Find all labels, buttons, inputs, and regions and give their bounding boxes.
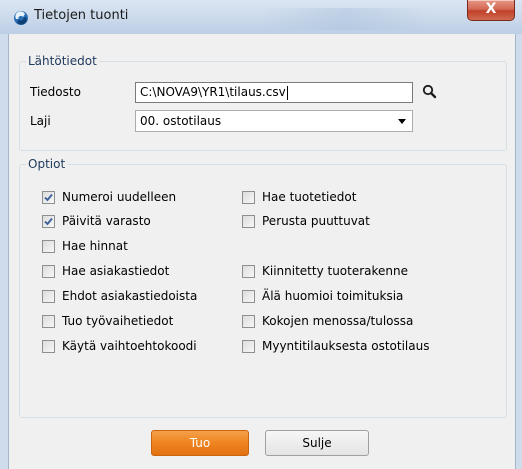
type-label: Laji [30,114,51,128]
option-checkbox-row[interactable]: Tuo työvaihetiedot [42,313,173,329]
option-checkbox-row[interactable]: Numeroi uudelleen [42,189,176,205]
type-selected-value: 00. ostotilaus [140,114,222,128]
file-path-input[interactable]: C:\NOVA9\YR1\tilaus.csv [135,82,413,103]
option-label: Käytä vaihtoehtokoodi [62,339,197,353]
option-checkbox-row[interactable]: Perusta puuttuvat [242,213,370,229]
title-bar[interactable]: Tietojen tuonti X [0,0,522,34]
checkbox-checked[interactable] [42,214,55,228]
checkmark-icon [44,193,53,201]
option-checkbox-row[interactable]: Ehdot asiakastiedoista [42,288,197,304]
checkbox-unchecked[interactable] [242,190,255,204]
checkbox-unchecked[interactable] [42,239,55,253]
option-checkbox-row[interactable]: Päivitä varasto [42,213,151,229]
close-dialog-button[interactable]: Sulje [265,430,369,456]
file-path-value: C:\NOVA9\YR1\tilaus.csv [140,85,286,99]
checkbox-unchecked[interactable] [242,264,255,278]
source-group: Lähtötiedot Tiedosto C:\NOVA9\YR1\tilaus… [19,54,507,151]
option-checkbox-row[interactable]: Kokojen menossa/tulossa [242,313,413,329]
title-bar-reflection [260,8,430,30]
option-label: Kiinnitetty tuoterakenne [262,264,409,278]
options-group: Optiot Numeroi uudelleen Päivitä varasto H… [19,157,507,418]
checkbox-unchecked[interactable] [242,289,255,303]
option-checkbox-row[interactable]: Kiinnitetty tuoterakenne [242,263,408,279]
search-icon[interactable] [419,81,441,103]
checkbox-unchecked[interactable] [242,314,255,328]
option-label: Numeroi uudelleen [62,190,177,204]
option-label: Päivitä varasto [62,214,151,228]
option-checkbox-row[interactable]: Käytä vaihtoehtokoodi [42,338,197,354]
checkbox-unchecked[interactable] [42,289,55,303]
source-group-legend: Lähtötiedot [26,54,99,68]
option-label: Kokojen menossa/tulossa [262,314,414,328]
window-title: Tietojen tuonti [34,8,129,23]
checkmark-icon [44,217,53,225]
option-label: Hae tuotetiedot [262,190,357,204]
option-label: Älä huomioi toimituksia [262,289,404,303]
option-checkbox-row[interactable]: Myyntitilauksesta ostotilaus [242,338,429,354]
text-caret [286,85,288,100]
option-label: Perusta puuttuvat [262,214,370,228]
option-checkbox-row[interactable]: Älä huomioi toimituksia [242,288,403,304]
options-group-legend: Optiot [26,157,68,171]
checkbox-checked[interactable] [42,190,55,204]
checkbox-unchecked[interactable] [42,314,55,328]
checkbox-unchecked[interactable] [42,264,55,278]
option-label: Hae hinnat [62,239,128,253]
dialog-window: Tietojen tuonti X Lähtötiedot Tiedosto C… [0,0,522,469]
type-select[interactable]: 00. ostotilaus [135,110,413,132]
close-button[interactable]: X [467,0,515,21]
option-checkbox-row[interactable]: Hae hinnat [42,238,128,254]
file-label: Tiedosto [30,85,81,99]
dialog-body: Lähtötiedot Tiedosto C:\NOVA9\YR1\tilaus… [8,34,516,469]
checkbox-unchecked[interactable] [242,339,255,353]
option-label: Hae asiakastiedot [62,264,170,278]
option-label: Myyntitilauksesta ostotilaus [262,339,430,353]
option-label: Ehdot asiakastiedoista [62,289,198,303]
option-label: Tuo työvaihetiedot [62,314,174,328]
checkbox-unchecked[interactable] [242,214,255,228]
checkbox-unchecked[interactable] [42,339,55,353]
chevron-down-icon [398,119,406,124]
import-button[interactable]: Tuo [151,430,249,456]
option-checkbox-row[interactable]: Hae tuotetiedot [242,189,356,205]
option-checkbox-row[interactable]: Hae asiakastiedot [42,263,169,279]
app-icon [14,11,28,25]
